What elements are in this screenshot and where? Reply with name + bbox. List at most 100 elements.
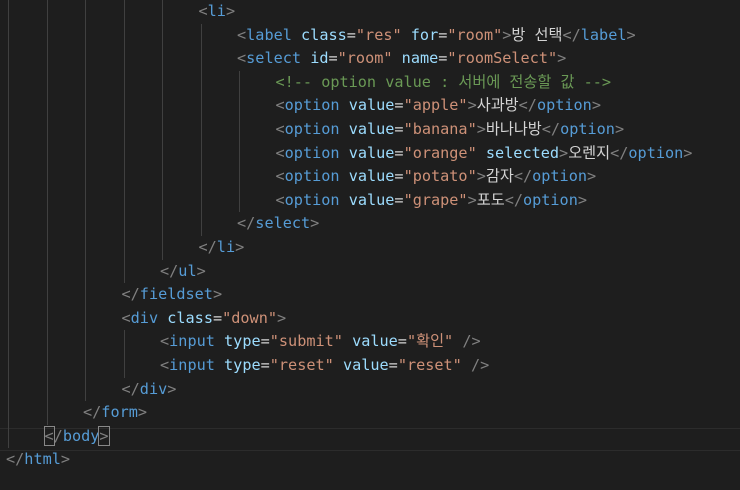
code-token: option — [284, 143, 340, 162]
indent-guide — [162, 0, 163, 260]
code-token: "room" — [447, 25, 503, 44]
code-token: = — [394, 190, 404, 209]
code-line[interactable]: <label class="res" for="room">방 선택</labe… — [237, 24, 636, 48]
code-token: "submit" — [269, 332, 343, 351]
indent-guide — [123, 330, 125, 378]
code-token: input — [169, 332, 215, 351]
code-token: < — [275, 190, 285, 209]
current-line-highlight — [0, 428, 740, 451]
code-token: <!-- option value : 서버에 전송할 값 --> — [275, 72, 612, 91]
code-token: value — [348, 190, 395, 209]
code-token: = — [260, 332, 270, 351]
code-line[interactable]: <option value="grape">포도</option> — [276, 189, 588, 213]
code-token: > — [167, 379, 177, 398]
code-token: / — [53, 426, 63, 445]
code-token: </ — [121, 285, 140, 304]
code-line[interactable]: </ul> — [160, 260, 206, 284]
code-token: input — [169, 356, 215, 374]
code-token: li — [207, 2, 226, 20]
code-token: < — [198, 2, 208, 20]
code-token: > — [559, 143, 569, 162]
code-token: value — [348, 167, 395, 186]
code-token: = — [438, 25, 448, 44]
code-token: select — [255, 214, 311, 233]
code-token: = — [394, 143, 404, 162]
code-token: value — [348, 120, 395, 138]
code-line[interactable]: </form> — [83, 401, 147, 425]
code-token: "potato" — [403, 167, 477, 186]
code-token: "reset" — [397, 356, 462, 374]
code-token: > — [591, 96, 601, 115]
code-token: 포도 — [476, 190, 505, 209]
code-token: ul — [178, 261, 197, 280]
code-token: option — [522, 190, 578, 209]
code-line[interactable]: </html> — [6, 448, 70, 472]
code-token: class — [167, 308, 213, 327]
code-token: 감자 — [485, 167, 514, 186]
code-line[interactable]: <select id="room" name="roomSelect"> — [237, 47, 566, 71]
code-token: body — [62, 426, 100, 445]
code-token: < — [275, 167, 285, 186]
code-line[interactable]: <option value="potato">감자</option> — [276, 165, 597, 189]
code-token: id — [310, 49, 329, 68]
code-line[interactable]: </fieldset> — [122, 283, 223, 307]
code-line[interactable]: <option value="apple">사과방</option> — [276, 94, 601, 118]
code-token: option — [284, 190, 340, 209]
code-token: </ — [160, 261, 179, 280]
code-line[interactable]: <!-- option value : 서버에 전송할 값 --> — [276, 71, 612, 95]
code-token: </ — [610, 143, 629, 162]
code-token: "orange" — [403, 143, 477, 162]
indent-guide — [200, 23, 202, 236]
code-token: </ — [513, 167, 533, 186]
code-token: label — [246, 25, 292, 44]
indent-guide — [239, 70, 240, 213]
code-line-current[interactable]: </body> — [43, 425, 110, 449]
code-token: div — [130, 308, 159, 327]
code-line[interactable]: <input type="submit" value="확인" /> — [160, 330, 481, 354]
indent-guide — [8, 0, 9, 449]
code-line[interactable]: <li> — [199, 0, 236, 24]
code-token: = — [346, 25, 356, 44]
code-token: > — [683, 143, 693, 162]
code-token: class — [301, 25, 347, 44]
code-token: fieldset — [139, 285, 213, 304]
code-token: name — [401, 49, 439, 68]
code-token: </ — [504, 190, 523, 209]
code-token: div — [139, 379, 168, 398]
code-token: "grape" — [403, 190, 468, 209]
code-token: value — [352, 332, 398, 351]
code-line[interactable]: </div> — [122, 378, 177, 402]
code-line[interactable]: <div class="down"> — [122, 307, 287, 331]
code-token: > — [137, 403, 148, 422]
code-token: value — [342, 356, 389, 374]
code-line[interactable]: <input type="reset" value="reset" /> — [160, 354, 489, 378]
code-token: > — [467, 190, 477, 209]
code-token: "banana" — [403, 120, 477, 138]
code-token: > — [626, 25, 636, 44]
code-token: < — [160, 356, 170, 374]
code-token: > — [98, 425, 110, 446]
code-token: = — [260, 356, 270, 374]
code-token: = — [388, 356, 398, 374]
code-token: /> — [462, 332, 481, 351]
code-line[interactable]: <option value="orange" selected>오렌지</opt… — [276, 142, 693, 166]
code-editor[interactable]: <li> <label class="res" for="room">방 선택</… — [0, 0, 740, 490]
code-token: > — [476, 120, 486, 138]
code-token: </ — [198, 238, 217, 256]
code-token: = — [328, 49, 338, 68]
code-token: = — [397, 332, 407, 351]
code-token: > — [476, 167, 486, 186]
code-line[interactable]: </select> — [237, 212, 319, 236]
indent-guide — [123, 0, 125, 284]
code-token: </ — [541, 120, 561, 138]
code-line[interactable]: </li> — [199, 236, 245, 260]
code-token: > — [587, 167, 597, 186]
code-line[interactable]: <option value="banana">바나나방</option> — [276, 118, 625, 142]
